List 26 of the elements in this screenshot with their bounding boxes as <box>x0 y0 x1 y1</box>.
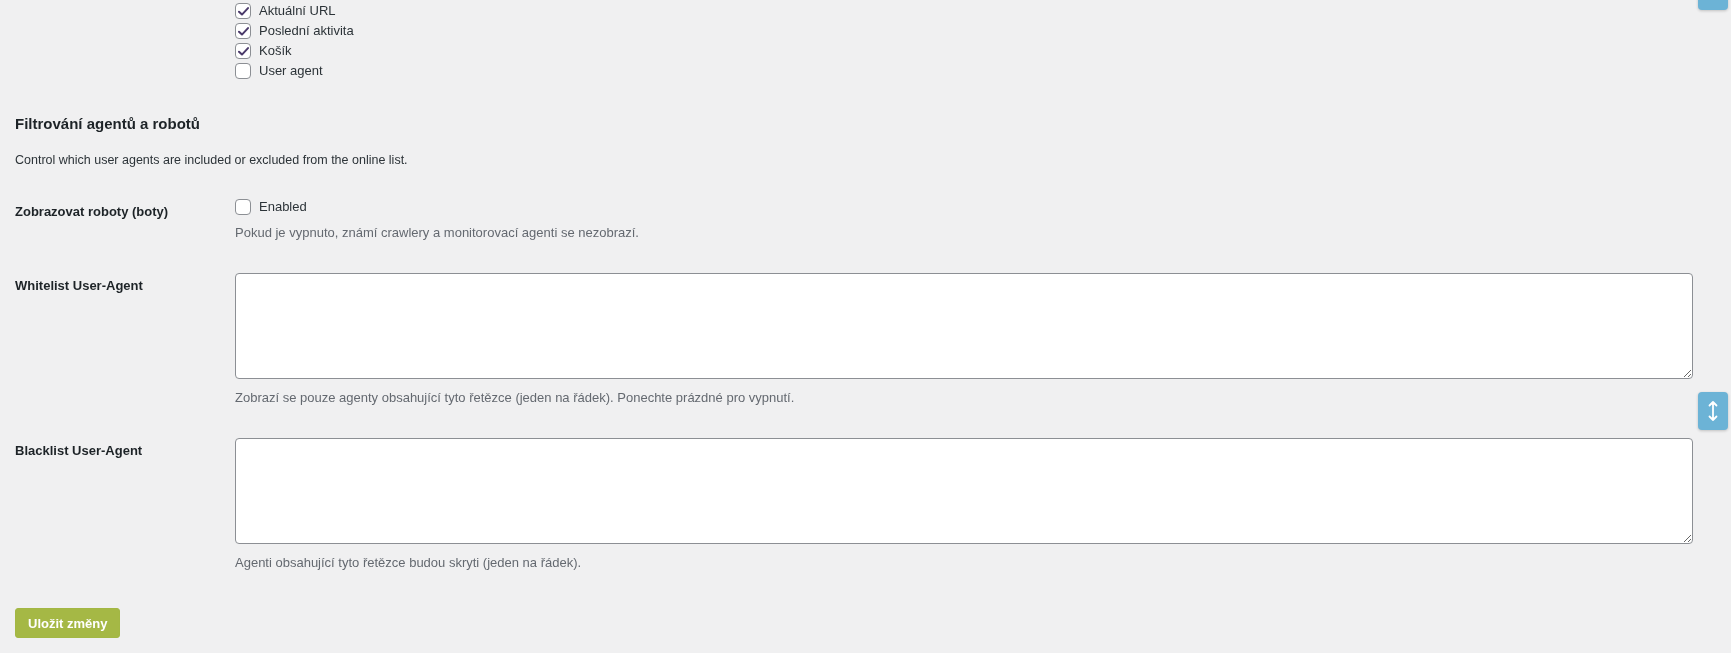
up-down-arrow-icon <box>1708 400 1718 422</box>
checkbox-label: Košík <box>259 42 292 60</box>
field-label: Blacklist User-Agent <box>15 443 143 458</box>
checkbox[interactable] <box>235 63 251 79</box>
checkbox[interactable] <box>235 3 251 19</box>
field-label: Zobrazovat roboty (boty) <box>15 204 169 219</box>
text-area-field[interactable] <box>235 273 1693 379</box>
help-text: Zobrazí se pouze agenty obsahující tyto řetězce (jeden na řádek). Ponechte prázdné pro vypnutí. <box>235 389 796 407</box>
checkbox-label: Poslední aktivita <box>259 22 354 40</box>
checkbox-label: Enabled <box>259 198 307 216</box>
help-text: Agenti obsahující tyto řetězce budou skryti (jeden na řádek). <box>235 554 583 572</box>
check-icon <box>237 46 249 56</box>
check-icon <box>237 26 249 36</box>
checkbox[interactable] <box>235 43 251 59</box>
section-title: Filtrování agentů a robotů <box>15 114 201 134</box>
checkbox-label: User agent <box>259 62 323 80</box>
checkbox[interactable] <box>235 199 251 215</box>
section-description: Control which user agents are included or excluded from the online list. <box>15 152 409 169</box>
save-button[interactable]: Uložit změny <box>15 608 121 638</box>
check-icon <box>237 6 249 16</box>
help-text: Pokud je vypnuto, známí crawlery a monitorovací agenti se nezobrazí. <box>235 224 640 242</box>
checkbox-label: Aktuální URL <box>259 2 336 20</box>
field-label: Whitelist User-Agent <box>15 278 143 293</box>
text-area-field[interactable] <box>235 438 1693 544</box>
checkbox[interactable] <box>235 23 251 39</box>
scroll-button[interactable] <box>1698 392 1728 430</box>
